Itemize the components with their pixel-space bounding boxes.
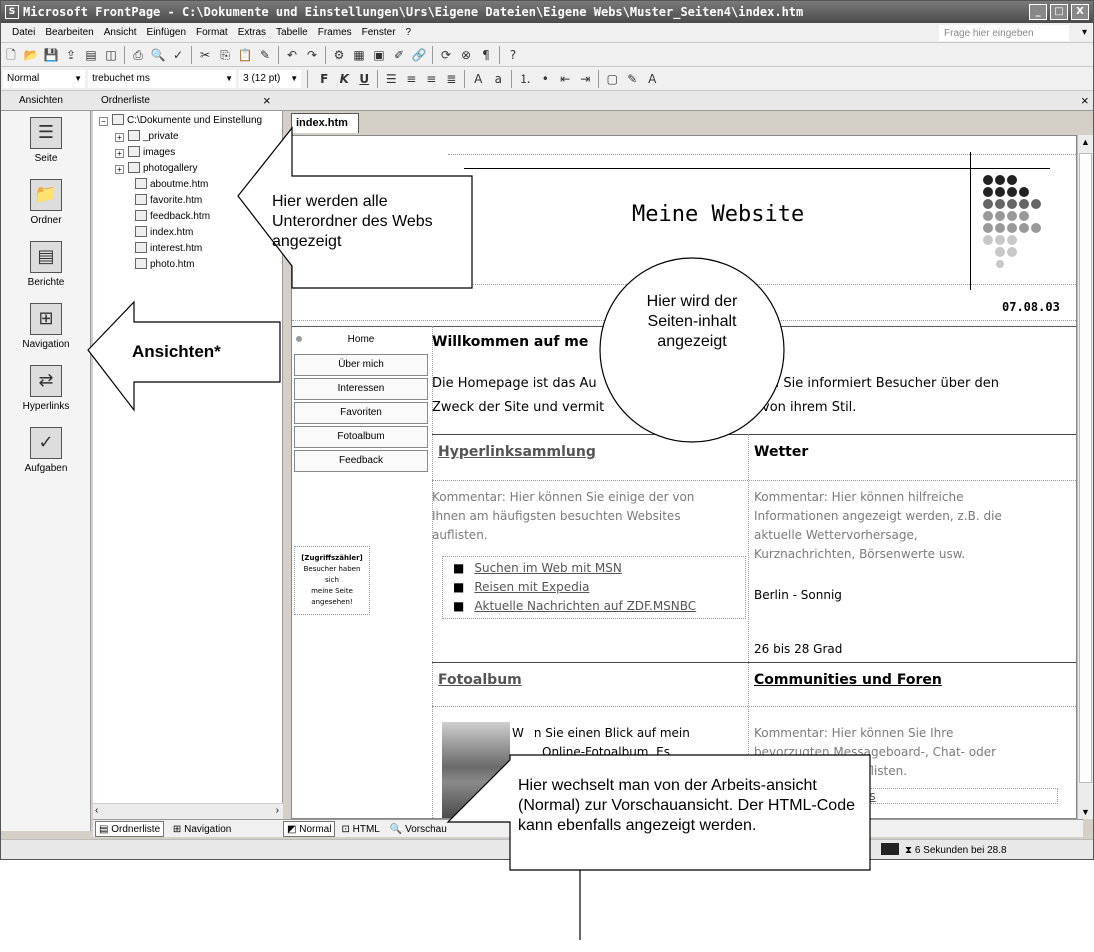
callout-viewtabs-text: Hier wechselt man von der Arbeits-ansich… — [518, 777, 855, 834]
callout-content-text: Hier wird der Seiten-inhalt angezeigt — [646, 293, 738, 350]
callout-views-text: Ansichten* — [132, 342, 221, 361]
callout-folders-text: Hier werden alle Unterordner des Webs an… — [272, 193, 433, 250]
